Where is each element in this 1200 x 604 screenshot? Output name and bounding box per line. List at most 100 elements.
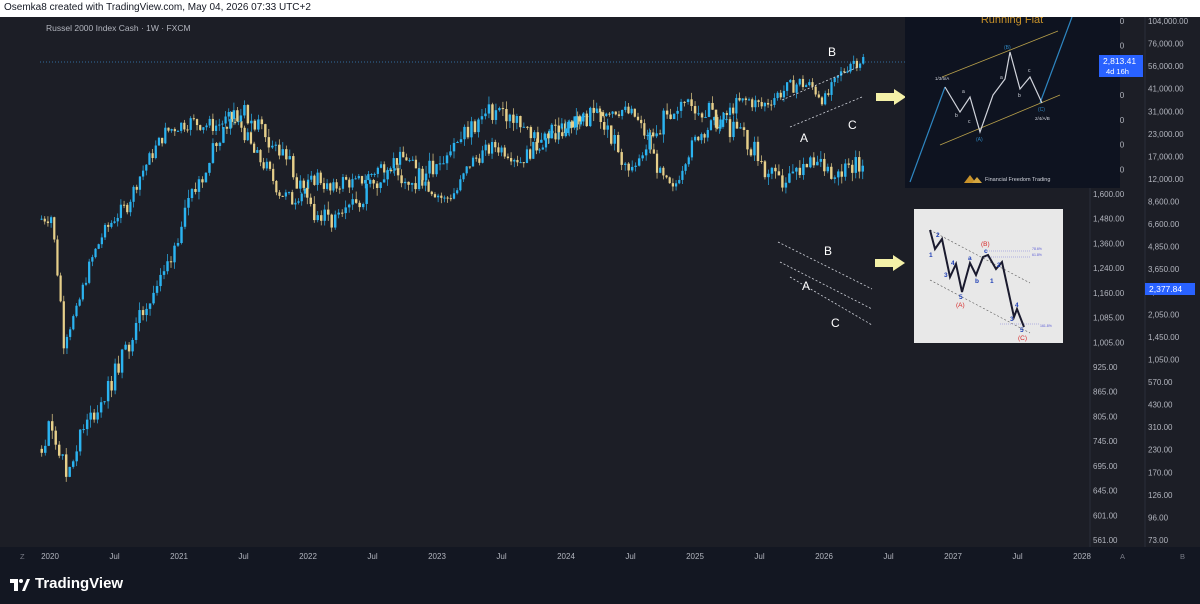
- candle-body: [379, 182, 382, 188]
- candle-body: [348, 179, 351, 188]
- secondary-price-tick-label: 430.00: [1148, 401, 1173, 410]
- candle-body: [330, 214, 333, 228]
- secondary-price-label: 2,377.84: [1149, 284, 1182, 294]
- time-tick-label: Jul: [367, 552, 377, 561]
- candle-body: [435, 164, 438, 175]
- candle-body: [627, 163, 630, 171]
- candle-body: [364, 179, 367, 184]
- price-chart[interactable]: Russel 2000 Index Cash · 1W · FXCM 3,200…: [0, 17, 1200, 565]
- candle-body: [340, 212, 344, 214]
- candle-body: [659, 167, 662, 173]
- price-tick-label: 561.00: [1093, 536, 1118, 545]
- candle-body: [820, 97, 824, 105]
- candle-body: [430, 191, 433, 195]
- candle-body: [161, 137, 164, 144]
- candle-body: [452, 142, 456, 152]
- axis-corner-price-a[interactable]: A: [1120, 552, 1125, 561]
- tradingview-logo[interactable]: TradingView: [10, 575, 123, 592]
- candle-body: [246, 132, 249, 141]
- candle-body: [445, 155, 449, 164]
- candle-body: [257, 119, 260, 130]
- candle-body: [194, 189, 197, 192]
- candle-body: [844, 163, 847, 177]
- candle-body: [526, 126, 529, 128]
- candle-body: [169, 261, 173, 263]
- candle-body: [816, 161, 819, 166]
- candle-body: [459, 139, 463, 143]
- candle-body: [148, 303, 152, 309]
- running-flat-label: (B): [1004, 45, 1011, 51]
- candle-body: [354, 199, 358, 203]
- candle-body: [152, 292, 155, 304]
- candle-body: [855, 60, 859, 68]
- candle-body: [332, 182, 335, 191]
- candle-body: [402, 151, 405, 158]
- candle-body: [103, 224, 107, 238]
- candle-body: [651, 132, 655, 137]
- chart-title: Russel 2000 Index Cash · 1W · FXCM: [46, 23, 191, 33]
- running-flat-label: a: [1000, 75, 1003, 81]
- candle-body: [309, 197, 312, 204]
- candle-body: [484, 144, 487, 151]
- candle-body: [367, 174, 370, 180]
- candle-body: [306, 187, 309, 198]
- candle-body: [180, 226, 183, 243]
- time-tick-label: 2027: [944, 552, 962, 561]
- candle-body: [265, 161, 268, 169]
- axis-corner-price-b[interactable]: B: [1180, 552, 1185, 561]
- candle-body: [246, 105, 250, 124]
- inset-running-flat: Running Flat 1/3/5/A a b c (A) (B) a b c…: [905, 17, 1120, 188]
- candle-body: [509, 158, 513, 162]
- candle-body: [477, 119, 480, 133]
- candle-body: [190, 189, 194, 198]
- candle-body: [714, 109, 718, 128]
- candle-body: [785, 82, 789, 91]
- candle-body: [648, 132, 651, 150]
- candle-body: [302, 180, 305, 188]
- candle-body: [744, 98, 747, 101]
- candle-body: [830, 166, 833, 179]
- candle-body: [522, 126, 526, 128]
- price-tick-label: 925.00: [1093, 363, 1118, 372]
- time-tick-label: Jul: [238, 552, 248, 561]
- candle-body: [396, 168, 400, 176]
- candle-body: [145, 164, 148, 171]
- candle-body: [126, 204, 129, 213]
- candle-body: [325, 183, 329, 189]
- candle-body: [728, 107, 732, 116]
- candle-body: [643, 123, 646, 136]
- candle-body: [417, 168, 421, 190]
- candle-body: [82, 429, 85, 431]
- candle-body: [294, 202, 297, 205]
- candle-body: [40, 448, 43, 453]
- candle-body: [358, 202, 361, 208]
- secondary-price-tick-label: 12,000.00: [1148, 175, 1184, 184]
- wave-label-upper-c: C: [848, 118, 857, 132]
- candle-body: [250, 120, 253, 124]
- candle-body: [376, 167, 379, 174]
- candle-body: [54, 430, 57, 445]
- candle-body: [410, 183, 414, 185]
- candle-body: [543, 133, 547, 140]
- candle-body: [557, 125, 561, 133]
- candle-body: [751, 99, 754, 108]
- candle-body: [170, 129, 173, 131]
- candle-body: [141, 170, 145, 177]
- candle-body: [316, 172, 319, 185]
- candle-body: [253, 120, 257, 130]
- candle-body: [763, 102, 767, 107]
- candle-body: [400, 175, 403, 184]
- wave-label-lower-c: C: [831, 316, 840, 330]
- price-tick-label: 805.00: [1093, 412, 1118, 421]
- candle-body: [789, 80, 792, 83]
- candle-body: [113, 221, 116, 223]
- candle-body: [407, 181, 410, 185]
- candle-body: [798, 78, 801, 85]
- candle-body: [372, 179, 375, 184]
- price-tick-label: 1,480.00: [1093, 215, 1125, 224]
- candle-body: [669, 114, 672, 120]
- candle-body: [262, 162, 265, 169]
- secondary-price-tick-label: 56,000.00: [1148, 62, 1184, 71]
- candle-body: [440, 195, 443, 198]
- axis-corner-left[interactable]: Z: [20, 552, 25, 561]
